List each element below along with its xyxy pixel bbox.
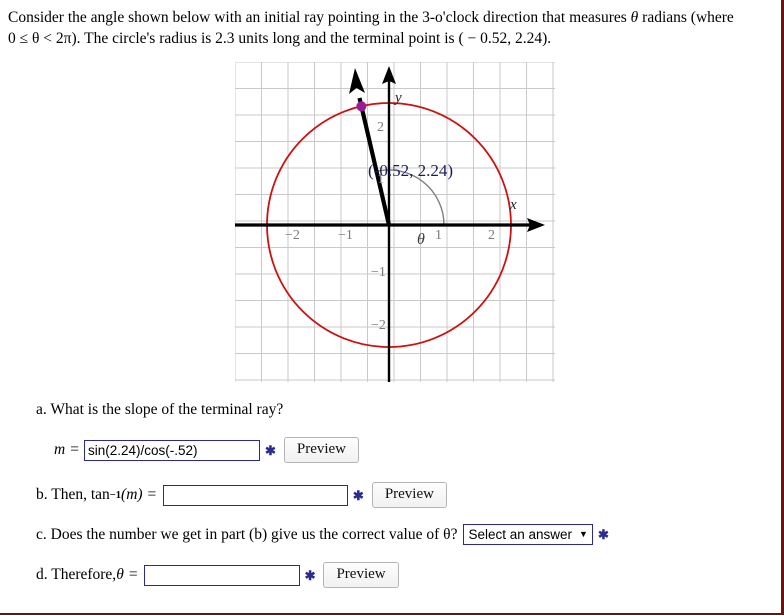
required-marker-b: ✱ <box>352 487 364 503</box>
prompt-line1-part1: Consider the angle shown below with an i… <box>8 9 631 26</box>
theta-answer-input[interactable] <box>143 564 300 586</box>
preview-button-b[interactable]: Preview <box>371 482 447 508</box>
question-d-label-pre: d. Therefore, <box>36 566 117 583</box>
question-a-answer-row: m = ✱ Preview <box>54 437 360 463</box>
inverse-exponent: −1 <box>109 489 122 501</box>
theta-variable-d: θ <box>116 566 124 583</box>
preview-button-d[interactable]: Preview <box>323 562 399 588</box>
y-tick-pos2: 2 <box>377 120 384 135</box>
prompt-line1-part2: radians (where <box>638 9 734 26</box>
equals-sign-d: = <box>128 566 138 583</box>
slope-variable-m: m <box>54 441 66 458</box>
x-tick-pos2: 2 <box>488 228 495 243</box>
prompt-domain-inequality: 0 ≤ θ < 2π <box>8 29 72 47</box>
question-b-label-pre: b. Then, tan <box>36 486 110 503</box>
question-a-text: a. What is the slope of the terminal ray… <box>36 401 283 419</box>
problem-statement: Consider the angle shown below with an i… <box>8 8 770 50</box>
terminal-ray-arrowhead <box>349 68 365 94</box>
theta-arc-label: θ <box>417 231 425 248</box>
preview-button-a[interactable]: Preview <box>283 437 360 463</box>
worksheet-page: Consider the angle shown below with an i… <box>0 0 784 615</box>
question-d-row: d. Therefore, θ = ✱ Preview <box>36 562 399 588</box>
chevron-down-icon: ▼ <box>579 529 588 539</box>
question-b-row: b. Then, tan −1 (m) = ✱ Preview <box>36 482 447 508</box>
answer-select-value: Select an answer <box>468 527 573 542</box>
y-axis-label: y <box>395 90 402 106</box>
x-tick-neg1: −1 <box>338 228 353 243</box>
answer-select-dropdown[interactable]: Select an answer ▼ <box>463 524 593 545</box>
required-marker-c: ✱ <box>597 527 609 542</box>
question-c-row: c. Does the number we get in part (b) gi… <box>36 524 617 545</box>
prompt-terminal-point: ( − 0.52, 2.24) <box>458 29 548 47</box>
slope-input[interactable] <box>83 439 260 461</box>
x-axis-label: x <box>510 197 517 213</box>
required-marker-a: ✱ <box>264 442 276 458</box>
y-tick-neg1: −1 <box>371 265 386 280</box>
arctan-input[interactable] <box>162 484 348 506</box>
question-b-label-post: (m) = <box>121 486 157 503</box>
question-c-label: c. Does the number we get in part (b) gi… <box>36 525 458 543</box>
prompt-period: . <box>547 29 552 47</box>
y-tick-neg2: −2 <box>371 318 386 333</box>
terminal-point-label: (-0.52, 2.24) <box>368 161 453 180</box>
x-tick-pos1: 1 <box>435 228 442 243</box>
equals-sign-a: = <box>70 441 79 458</box>
x-tick-neg2: −2 <box>285 228 300 243</box>
required-marker-d: ✱ <box>304 567 316 583</box>
terminal-point-dot <box>356 101 367 112</box>
question-a-label: a. What is the slope of the terminal ray… <box>36 401 284 418</box>
unit-circle-graph: x y −2 −1 1 2 2 1 −1 −2 θ (-0.52, 2.24) <box>235 62 555 382</box>
prompt-line2-part2: ). The circle's radius is 2.3 units long… <box>71 29 459 47</box>
